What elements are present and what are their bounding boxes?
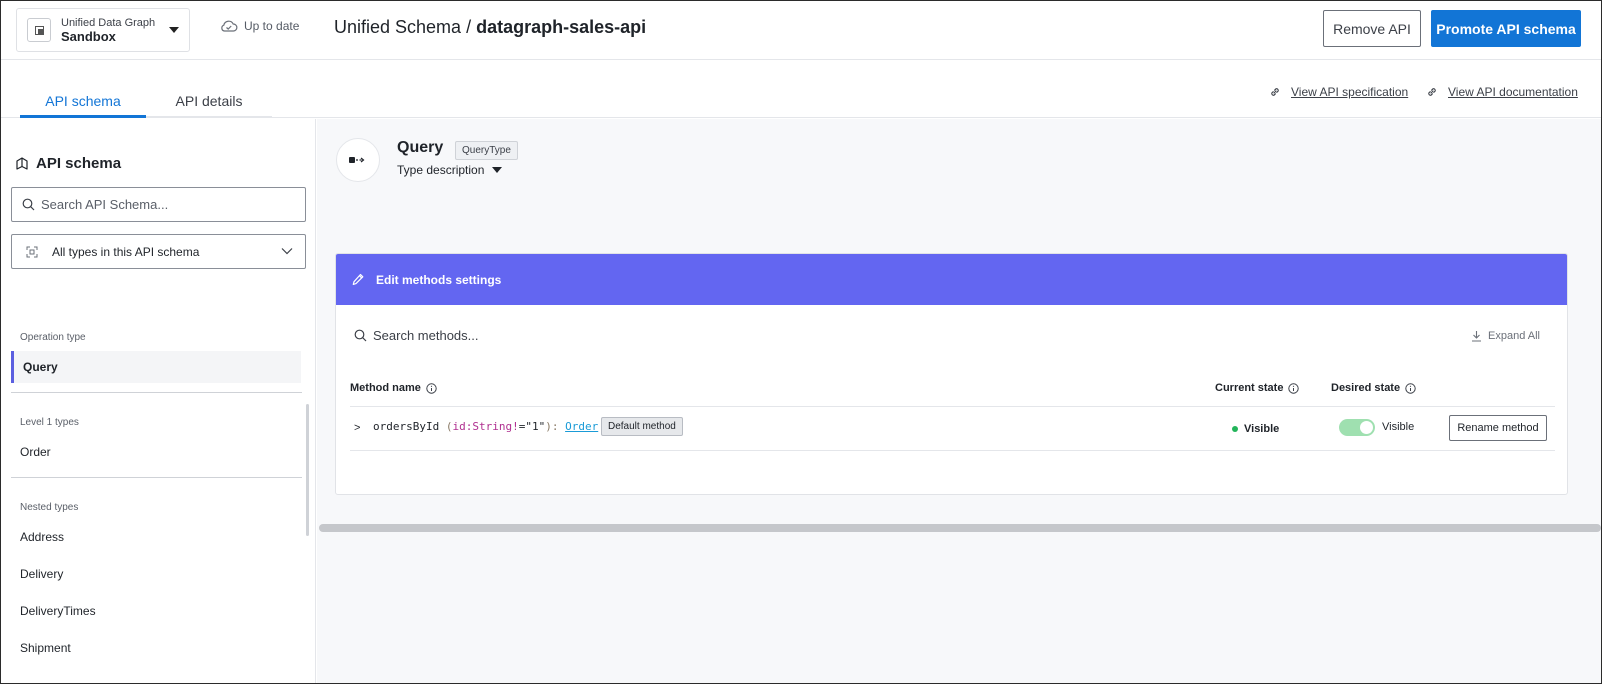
sidebar-item-shipment[interactable]: Shipment xyxy=(20,641,71,655)
type-filter-value: All types in this API schema xyxy=(52,244,200,259)
sidebar-item-order[interactable]: Order xyxy=(20,445,51,459)
methods-card: Edit methods settings Expand All Method … xyxy=(335,253,1568,495)
info-icon xyxy=(1288,382,1300,394)
divider xyxy=(11,392,302,393)
sidebar-item-deliverytimes[interactable]: DeliveryTimes xyxy=(20,604,96,618)
pencil-icon xyxy=(352,273,364,285)
sidebar-item-query[interactable]: Query xyxy=(11,351,301,383)
info-icon xyxy=(426,382,437,394)
status-dot-icon xyxy=(1232,426,1238,432)
type-filter-select[interactable]: All types in this API schema xyxy=(11,234,306,269)
sidebar-item-label: Query xyxy=(23,360,58,374)
methods-search-input[interactable] xyxy=(373,328,673,343)
section-nested-types: Nested types xyxy=(20,502,79,513)
caret-down-icon xyxy=(492,167,503,173)
page-title: Unified Schema / datagraph-sales-api xyxy=(334,17,646,38)
table-divider xyxy=(350,450,1555,451)
arrow-right-icon xyxy=(349,157,365,163)
desired-state-toggle[interactable] xyxy=(1339,419,1375,436)
return-type-link[interactable]: Order xyxy=(565,420,598,433)
view-api-documentation-label: View API documentation xyxy=(1448,85,1578,99)
link-icon xyxy=(1271,88,1279,96)
expand-all-button[interactable]: Expand All xyxy=(1471,330,1540,342)
download-icon xyxy=(1472,331,1481,342)
horizontal-scrollbar[interactable] xyxy=(319,524,1601,532)
section-operation-type: Operation type xyxy=(20,332,86,343)
schema-search-box xyxy=(11,187,306,222)
expand-all-label: Expand All xyxy=(1488,330,1540,342)
promote-api-schema-button[interactable]: Promote API schema xyxy=(1431,10,1581,47)
view-api-specification-label: View API specification xyxy=(1291,85,1409,99)
page-title-api: datagraph-sales-api xyxy=(476,17,647,37)
environment-icon xyxy=(27,18,51,42)
column-header-method-name: Method name xyxy=(350,382,437,394)
type-description-label: Type description xyxy=(397,163,485,177)
column-header-current-state: Current state xyxy=(1215,382,1300,394)
sidebar-title-label: API schema xyxy=(36,155,122,172)
environment-selector[interactable]: Unified Data Graph Sandbox xyxy=(16,8,190,52)
method-name: ordersById xyxy=(373,420,440,433)
sidebar-scrollbar[interactable] xyxy=(306,404,309,536)
methods-search-box xyxy=(354,328,673,343)
desired-state-label: Visible xyxy=(1382,421,1415,433)
scan-icon xyxy=(26,246,38,257)
info-icon xyxy=(1405,382,1416,394)
main-content: Query QueryType Type description Edit me… xyxy=(317,119,1601,683)
sidebar-title: API schema xyxy=(16,155,121,172)
top-bar: Unified Data Graph Sandbox Up to date Un… xyxy=(1,1,1601,60)
tab-underline xyxy=(146,116,272,118)
rename-method-button[interactable]: Rename method xyxy=(1449,415,1547,441)
tab-api-schema[interactable]: API schema xyxy=(20,93,146,109)
expand-row-chevron-icon[interactable]: > xyxy=(354,422,360,434)
divider xyxy=(11,477,302,478)
sidebar-item-address[interactable]: Address xyxy=(20,530,64,544)
methods-card-title: Edit methods settings xyxy=(376,272,502,287)
type-badge: QueryType xyxy=(455,141,518,160)
active-tab-indicator xyxy=(20,115,146,118)
chevron-down-icon xyxy=(281,248,293,255)
link-icon xyxy=(1428,88,1436,96)
current-state: Visible xyxy=(1232,423,1279,435)
tab-row: API schema API details View API specific… xyxy=(1,60,1601,118)
table-divider xyxy=(350,406,1555,407)
type-description-toggle[interactable]: Type description xyxy=(397,163,503,177)
default-method-badge: Default method xyxy=(601,417,683,436)
schema-search-input[interactable] xyxy=(41,197,291,212)
schema-sidebar: API schema All types in this API schema … xyxy=(1,119,316,683)
sync-status-label: Up to date xyxy=(244,19,300,33)
search-icon xyxy=(354,329,367,342)
section-level-1-types: Level 1 types xyxy=(20,417,79,428)
method-argument-value: ="1" xyxy=(518,420,546,433)
remove-api-button[interactable]: Remove API xyxy=(1323,10,1421,47)
caret-down-icon xyxy=(169,27,179,33)
method-argument: id:String! xyxy=(452,420,519,433)
schema-icon xyxy=(16,157,28,170)
methods-card-header: Edit methods settings xyxy=(336,254,1567,305)
view-api-documentation-link[interactable]: View API documentation xyxy=(1426,85,1578,99)
current-state-label: Visible xyxy=(1244,423,1280,435)
search-icon xyxy=(22,198,35,211)
query-type-icon xyxy=(336,138,380,182)
app-window: Unified Data Graph Sandbox Up to date Un… xyxy=(0,0,1602,684)
cloud-check-icon xyxy=(221,20,238,32)
sidebar-item-delivery[interactable]: Delivery xyxy=(20,567,63,581)
page-title-prefix: Unified Schema / xyxy=(334,17,477,37)
type-name: Query xyxy=(397,139,444,156)
method-signature: ordersById (id:String! ="1"): Order xyxy=(373,420,599,433)
view-api-specification-link[interactable]: View API specification xyxy=(1269,85,1408,99)
column-header-desired-state: Desired state xyxy=(1331,382,1416,394)
environment-name: Unified Data Graph xyxy=(61,17,156,29)
environment-value: Sandbox xyxy=(61,29,116,44)
sync-status: Up to date xyxy=(220,19,299,33)
tab-api-details[interactable]: API details xyxy=(146,93,272,109)
